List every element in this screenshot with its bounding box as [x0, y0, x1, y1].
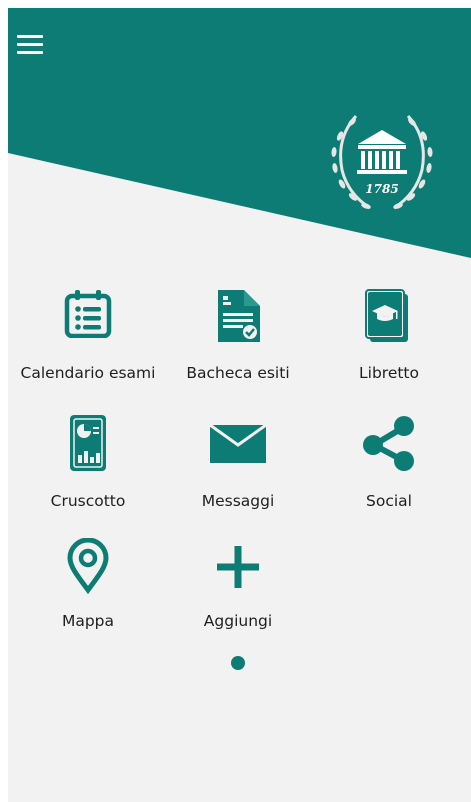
calendar-list-icon	[64, 290, 112, 338]
tile-label: Calendario esami	[20, 364, 156, 382]
tile-social[interactable]: Social	[314, 413, 464, 523]
dashboard-report-icon	[70, 415, 106, 471]
logo-year: 1785	[365, 182, 398, 196]
tile-calendario-esami[interactable]: Calendario esami	[13, 288, 163, 398]
share-icon	[363, 416, 414, 471]
map-pin-icon	[67, 538, 109, 594]
plus-icon	[217, 546, 259, 588]
tile-libretto[interactable]: Libretto	[314, 288, 464, 398]
tile-label: Libretto	[359, 364, 419, 382]
tile-cruscotto[interactable]: Cruscotto	[13, 413, 163, 523]
tile-label: Messaggi	[201, 492, 275, 510]
tile-aggiungi[interactable]: Aggiungi	[163, 538, 313, 648]
tile-label: Mappa	[61, 612, 115, 630]
app-screen: 1785 Calendario esami Bacheca esiti Libr…	[8, 8, 471, 802]
tile-mappa[interactable]: Mappa	[13, 538, 163, 648]
document-check-icon	[218, 290, 260, 342]
tile-bacheca-esiti[interactable]: Bacheca esiti	[163, 288, 313, 398]
tile-label: Cruscotto	[50, 492, 126, 510]
tile-messaggi[interactable]: Messaggi	[163, 413, 313, 523]
graduation-book-icon	[365, 289, 408, 342]
tile-label: Social	[366, 492, 412, 510]
page-indicator-dot[interactable]	[231, 656, 245, 670]
envelope-icon	[210, 423, 266, 463]
hamburger-menu-icon[interactable]	[17, 35, 45, 59]
tile-label: Bacheca esiti	[186, 364, 290, 382]
university-logo: 1785	[326, 108, 438, 216]
tile-label: Aggiungi	[203, 612, 273, 630]
